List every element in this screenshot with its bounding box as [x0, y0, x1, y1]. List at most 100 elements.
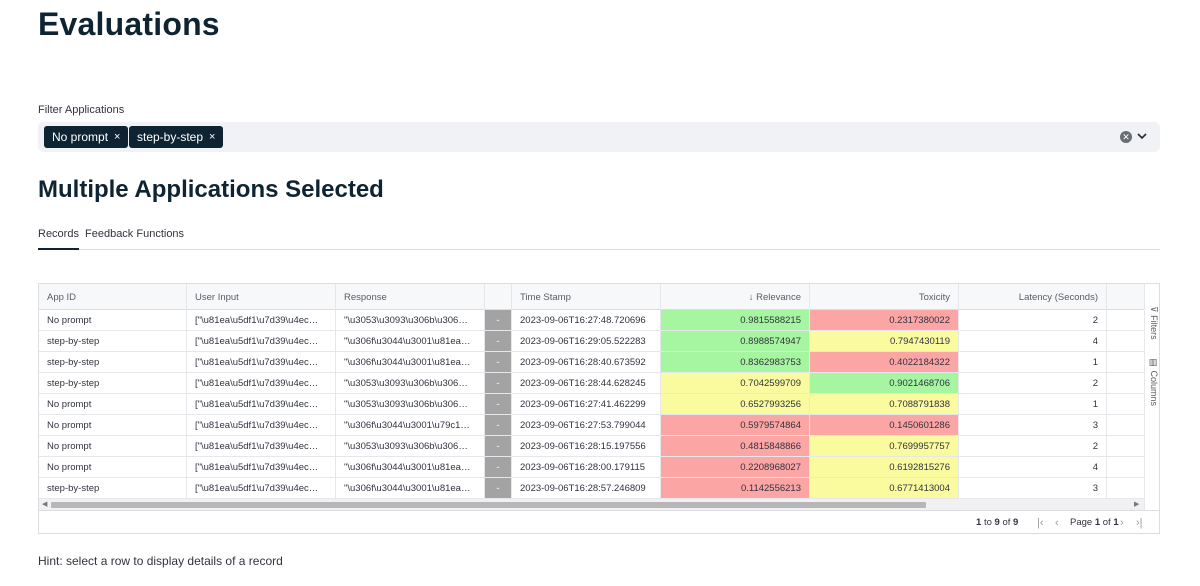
cell-user-input: ["\u81ea\u5df1\u7d39\u4ec… — [187, 415, 336, 435]
cell-response: "\u306f\u3044\u3001\u81ea… — [336, 352, 485, 372]
chip-label: step-by-step — [137, 130, 204, 144]
cell-user-input: ["\u81ea\u5df1\u7d39\u4ec… — [187, 457, 336, 477]
range-start: 1 — [976, 517, 982, 528]
scroll-left-icon[interactable]: ◀ — [42, 499, 47, 510]
filter-label: Filter Applications — [38, 104, 125, 116]
cell-relevance: 0.5979574864 — [661, 415, 810, 435]
grid-body: App ID User Input Response Time Stamp ↓ … — [39, 284, 1145, 510]
table-row[interactable]: No prompt ["\u81ea\u5df1\u7d39\u4ec… "\u30… — [39, 457, 1145, 478]
cell-latency: 2 — [959, 310, 1107, 330]
chip-step-by-step: step-by-step × — [129, 126, 224, 148]
header-toxicity[interactable]: Toxicity — [810, 284, 959, 310]
sort-descending-icon: ↓ — [748, 292, 754, 303]
cell-dash: - — [485, 394, 512, 414]
cell-time-stamp: 2023-09-06T16:28:00.179115 — [512, 457, 661, 477]
cell-user-input: ["\u81ea\u5df1\u7d39\u4ec… — [187, 394, 336, 414]
page-of: of — [1102, 517, 1111, 528]
cell-toxicity: 0.7699957757 — [810, 436, 959, 456]
cell-time-stamp: 2023-09-06T16:28:40.673592 — [512, 352, 661, 372]
cell-time-stamp: 2023-09-06T16:27:48.720696 — [512, 310, 661, 330]
tab-records[interactable]: Records — [38, 228, 79, 250]
cell-user-input: ["\u81ea\u5df1\u7d39\u4ec… — [187, 373, 336, 393]
cell-toxicity: 0.6771413004 — [810, 478, 959, 498]
row-range: 1 to 9 of 9 — [976, 511, 1019, 533]
header-latency[interactable]: Latency (Seconds) — [959, 284, 1107, 310]
side-tab-filters[interactable]: ⊽ Filters — [1146, 306, 1159, 340]
cell-toxicity: 0.6192815276 — [810, 457, 959, 477]
last-page-icon[interactable]: ›| — [1136, 511, 1143, 533]
section-title: Multiple Applications Selected — [38, 176, 384, 203]
filter-icon: ⊽ — [1149, 306, 1159, 313]
side-tab-filters-label: Filters — [1149, 315, 1159, 340]
cell-latency: 4 — [959, 331, 1107, 351]
cell-app-id: step-by-step — [39, 373, 187, 393]
cell-response: "\u3053\u3093\u306b\u306… — [336, 373, 485, 393]
table-row[interactable]: step-by-step ["\u81ea\u5df1\u7d39\u4ec… "\… — [39, 352, 1145, 373]
cell-user-input: ["\u81ea\u5df1\u7d39\u4ec… — [187, 478, 336, 498]
tab-feedback-functions[interactable]: Feedback Functions — [85, 228, 184, 250]
chip-remove-icon[interactable]: × — [114, 126, 120, 148]
cell-latency: 1 — [959, 394, 1107, 414]
cell-time-stamp: 2023-09-06T16:27:41.462299 — [512, 394, 661, 414]
filter-applications-multiselect[interactable]: No prompt × step-by-step × ✕ — [38, 122, 1160, 152]
next-page-icon[interactable]: › — [1120, 511, 1124, 533]
cell-dash: - — [485, 478, 512, 498]
cell-response: "\u3053\u3093\u306b\u306… — [336, 436, 485, 456]
side-tab-columns-label: Columns — [1149, 370, 1159, 407]
table-row[interactable]: No prompt ["\u81ea\u5df1\u7d39\u4ec… "\u30… — [39, 436, 1145, 457]
cell-time-stamp: 2023-09-06T16:28:44.628245 — [512, 373, 661, 393]
header-time-stamp[interactable]: Time Stamp — [512, 284, 661, 310]
header-relevance-label: Relevance — [756, 292, 801, 303]
header-app-id[interactable]: App ID — [39, 284, 187, 310]
header-relevance[interactable]: ↓ Relevance — [661, 284, 810, 310]
chip-remove-icon[interactable]: × — [209, 126, 215, 148]
cell-relevance: 0.9815588215 — [661, 310, 810, 330]
cell-dash: - — [485, 373, 512, 393]
horizontal-scrollbar[interactable]: ◀ ▶ — [39, 498, 1145, 510]
chevron-down-icon[interactable] — [1136, 127, 1150, 145]
cell-dash: - — [485, 331, 512, 351]
first-page-icon[interactable]: |‹ — [1037, 511, 1044, 533]
cell-toxicity: 0.7088791838 — [810, 394, 959, 414]
cell-dash: - — [485, 457, 512, 477]
cell-time-stamp: 2023-09-06T16:29:05.522283 — [512, 331, 661, 351]
range-total: 9 — [1013, 517, 1019, 528]
table-row[interactable]: step-by-step ["\u81ea\u5df1\u7d39\u4ec… "\… — [39, 478, 1145, 499]
cell-relevance: 0.8362983753 — [661, 352, 810, 372]
cell-user-input: ["\u81ea\u5df1\u7d39\u4ec… — [187, 310, 336, 330]
cell-relevance: 0.6527993256 — [661, 394, 810, 414]
scroll-right-icon[interactable]: ▶ — [1134, 499, 1139, 510]
range-to: to — [983, 517, 992, 528]
scrollbar-thumb[interactable] — [51, 502, 926, 508]
cell-relevance: 0.7042599709 — [661, 373, 810, 393]
cell-toxicity: 0.2317380022 — [810, 310, 959, 330]
cell-response: "\u3053\u3093\u306b\u306… — [336, 310, 485, 330]
side-tab-columns[interactable]: ▥ Columns — [1146, 358, 1159, 406]
table-row[interactable]: step-by-step ["\u81ea\u5df1\u7d39\u4ec… "\… — [39, 331, 1145, 352]
header-user-input[interactable]: User Input — [187, 284, 336, 310]
cell-response: "\u306f\u3044\u3001\u81ea… — [336, 331, 485, 351]
side-panel: ⊽ Filters ▥ Columns — [1144, 284, 1159, 510]
cell-dash: - — [485, 352, 512, 372]
table-row[interactable]: step-by-step ["\u81ea\u5df1\u7d39\u4ec… "\… — [39, 373, 1145, 394]
cell-app-id: No prompt — [39, 436, 187, 456]
page-total: 1 — [1113, 517, 1119, 528]
prev-page-icon[interactable]: ‹ — [1055, 511, 1059, 533]
table-row[interactable]: No prompt ["\u81ea\u5df1\u7d39\u4ec… "\u30… — [39, 394, 1145, 415]
header-response[interactable]: Response — [336, 284, 485, 310]
table-row[interactable]: No prompt ["\u81ea\u5df1\u7d39\u4ec… "\u30… — [39, 310, 1145, 331]
cell-app-id: No prompt — [39, 394, 187, 414]
cell-app-id: step-by-step — [39, 331, 187, 351]
clear-icon[interactable]: ✕ — [1120, 131, 1132, 143]
cell-app-id: step-by-step — [39, 352, 187, 372]
columns-icon: ▥ — [1149, 358, 1159, 368]
range-of: of — [1002, 517, 1011, 528]
cell-time-stamp: 2023-09-06T16:28:15.197556 — [512, 436, 661, 456]
chip-label: No prompt — [52, 130, 109, 144]
table-row[interactable]: No prompt ["\u81ea\u5df1\u7d39\u4ec… "\u30… — [39, 415, 1145, 436]
cell-response: "\u306f\u3044\u3001\u81ea… — [336, 478, 485, 498]
page-indicator: Page 1 of 1 — [1070, 511, 1119, 533]
header-blank[interactable] — [485, 284, 512, 310]
grid-header: App ID User Input Response Time Stamp ↓ … — [39, 284, 1145, 310]
cell-relevance: 0.4815848866 — [661, 436, 810, 456]
